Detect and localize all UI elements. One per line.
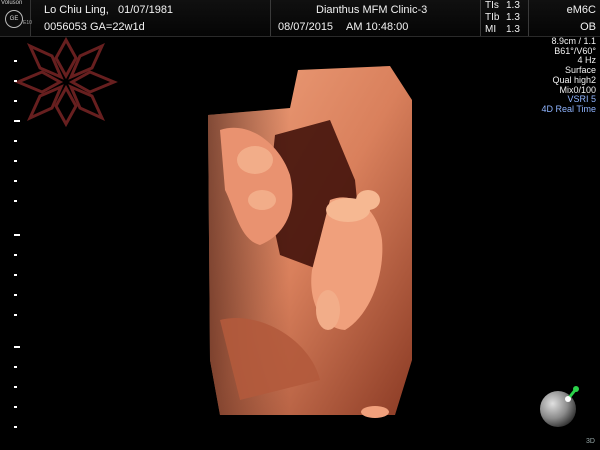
depth-tick <box>14 100 17 102</box>
depth-tick <box>14 80 17 82</box>
depth-tick <box>14 200 17 202</box>
depth-scale <box>0 38 30 450</box>
ge-logo-icon: GE <box>5 10 23 28</box>
mode-3d-label: 3D <box>586 438 595 445</box>
depth-tick-major <box>14 120 20 122</box>
fetal-3d-render <box>208 66 412 418</box>
ti-bone-label: TIb <box>485 12 500 23</box>
patient-name: Lo Chiu Ling, <box>44 4 109 16</box>
ti-bone-value: 1.3 <box>506 12 520 23</box>
mi-value: 1.3 <box>506 24 520 35</box>
depth-tick-major <box>14 346 20 348</box>
depth-tick <box>14 160 17 162</box>
gestational-age: GA=22w1d <box>90 21 145 33</box>
depth-tick <box>14 366 17 368</box>
ti-soft-value: 1.3 <box>506 0 520 11</box>
exam-time: AM 10:48:00 <box>346 21 409 33</box>
depth-tick <box>14 140 17 142</box>
ti-soft-label: TIs <box>485 0 499 11</box>
orientation-ball-icon[interactable] <box>538 385 582 429</box>
imaging-parameters: 8.9cm / 1.1 B61°/V60° 4 Hz Surface Qual … <box>541 36 596 115</box>
mi-label: MI <box>485 24 497 35</box>
probe-name: eM6C <box>566 4 596 16</box>
patient-id: 0056053 <box>44 21 87 33</box>
depth-tick <box>14 274 17 276</box>
depth-tick-major <box>14 234 20 236</box>
header-bar: Voluson GE E10 Lo Chiu Ling, 01/07/1981 … <box>0 0 600 37</box>
model-label: E10 <box>23 20 32 26</box>
depth-tick <box>14 180 17 182</box>
depth-tick <box>14 294 17 296</box>
depth-tick <box>14 426 17 428</box>
depth-tick <box>14 406 17 408</box>
depth-tick <box>14 314 17 316</box>
clinic-name: Dianthus MFM Clinic-3 <box>316 4 428 16</box>
brand-logo: Voluson GE E10 <box>0 0 32 36</box>
brand-label: Voluson <box>1 0 23 6</box>
header-divider <box>270 0 271 36</box>
header-divider <box>480 0 481 36</box>
exam-date: 08/07/2015 <box>278 21 334 33</box>
preset-name: OB <box>580 21 596 33</box>
param-mode: 4D Real Time <box>541 103 596 114</box>
header-divider <box>528 0 529 36</box>
depth-tick <box>14 386 17 388</box>
patient-dob: 01/07/1981 <box>118 4 174 16</box>
depth-tick <box>14 254 17 256</box>
depth-tick <box>14 60 17 62</box>
